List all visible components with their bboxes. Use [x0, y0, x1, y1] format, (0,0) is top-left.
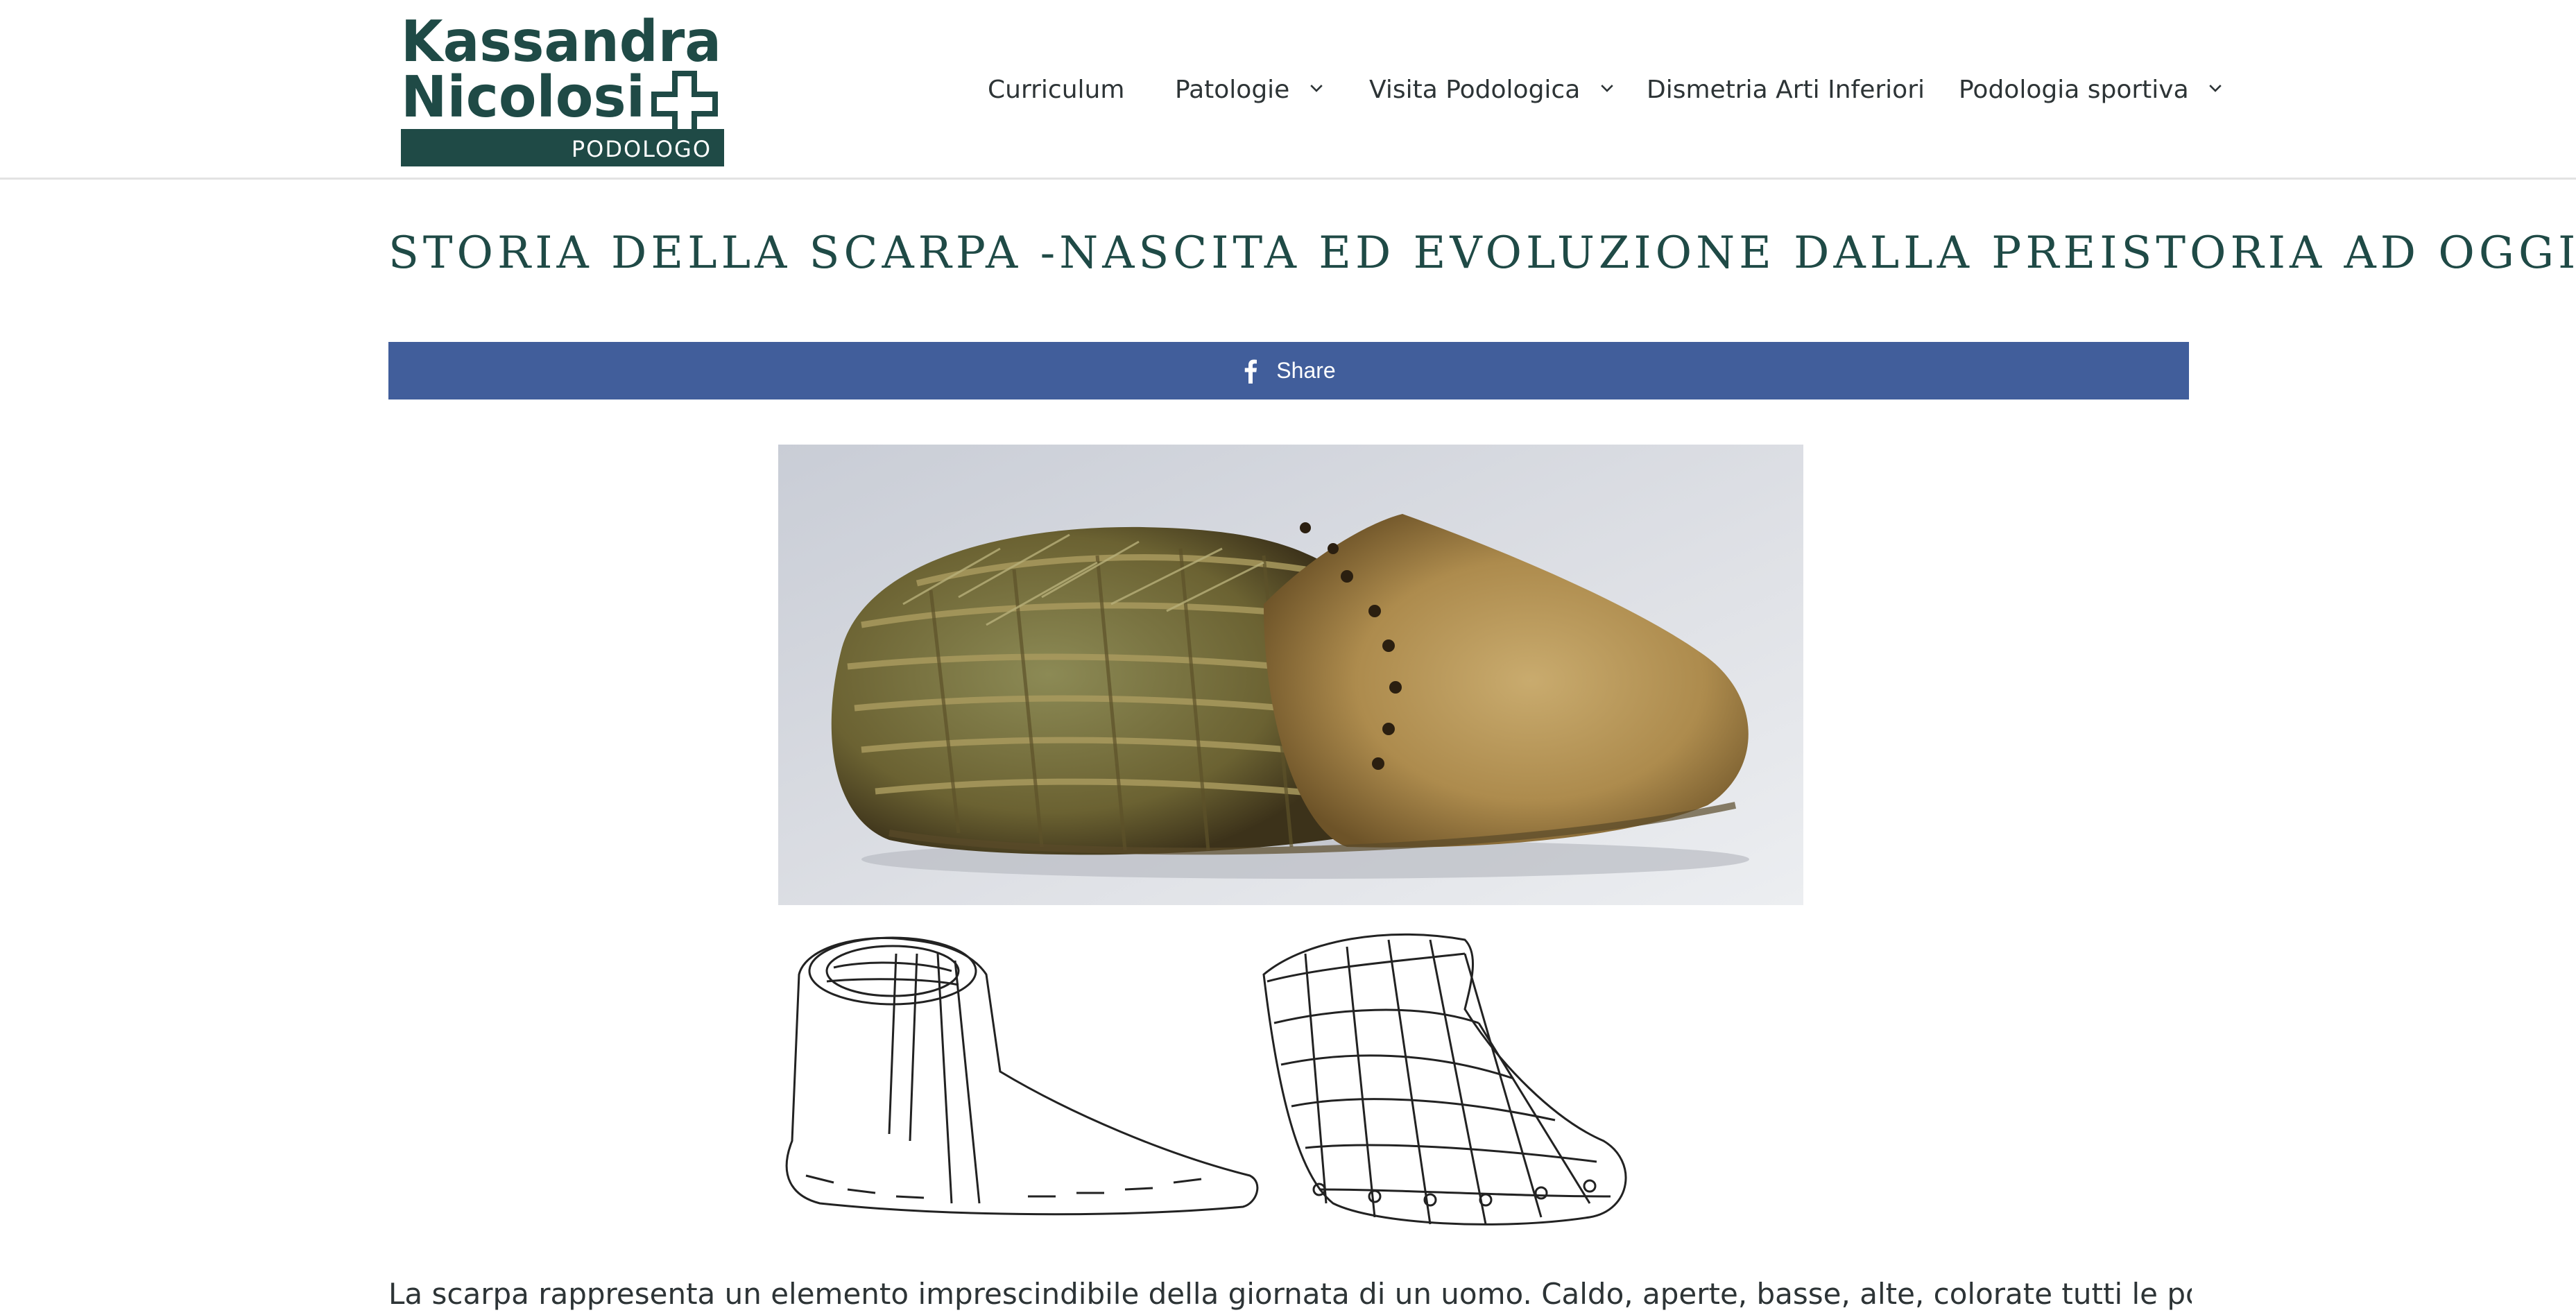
page-title: STORIA DELLA SCARPA -NASCITA ED EVOLUZIO… — [388, 227, 2576, 279]
nav-item-podologia-sportiva[interactable]: Podologia sportiva — [1959, 72, 2224, 108]
share-label: Share — [1276, 358, 1336, 383]
chevron-down-icon — [2209, 85, 2222, 92]
nav-item-visita-podologica[interactable]: Visita Podologica — [1369, 72, 1616, 108]
nav-item-patologie[interactable]: Patologie — [1175, 72, 1325, 108]
main-nav: Curriculum Patologie Visita Podologica D… — [0, 0, 2576, 178]
nav-item-dismetria[interactable]: Dismetria Arti Inferiori — [1647, 72, 1925, 108]
nav-label-dismetria: Dismetria Arti Inferiori — [1647, 76, 1925, 104]
nav-label-visita-podologica: Visita Podologica — [1369, 76, 1581, 104]
chevron-down-icon — [1601, 85, 1613, 92]
nav-item-curriculum[interactable]: Curriculum — [988, 72, 1124, 108]
prehistoric-shoe-drawings — [778, 912, 1803, 1231]
nav-label-curriculum: Curriculum — [988, 76, 1125, 104]
facebook-share-button[interactable]: Share — [388, 342, 2189, 399]
nav-label-patologie: Patologie — [1175, 76, 1290, 104]
facebook-icon — [1245, 359, 1257, 384]
site-header: Kassandra Nicolosi PODOLOGO Curriculum P… — [0, 0, 2576, 180]
nav-label-podologia-sportiva: Podologia sportiva — [1959, 76, 2189, 104]
chevron-down-icon — [1310, 85, 1323, 92]
prehistoric-grass-shoe-photo — [778, 445, 1803, 905]
article-intro-text: La scarpa rappresenta un elemento impres… — [388, 1277, 2192, 1311]
